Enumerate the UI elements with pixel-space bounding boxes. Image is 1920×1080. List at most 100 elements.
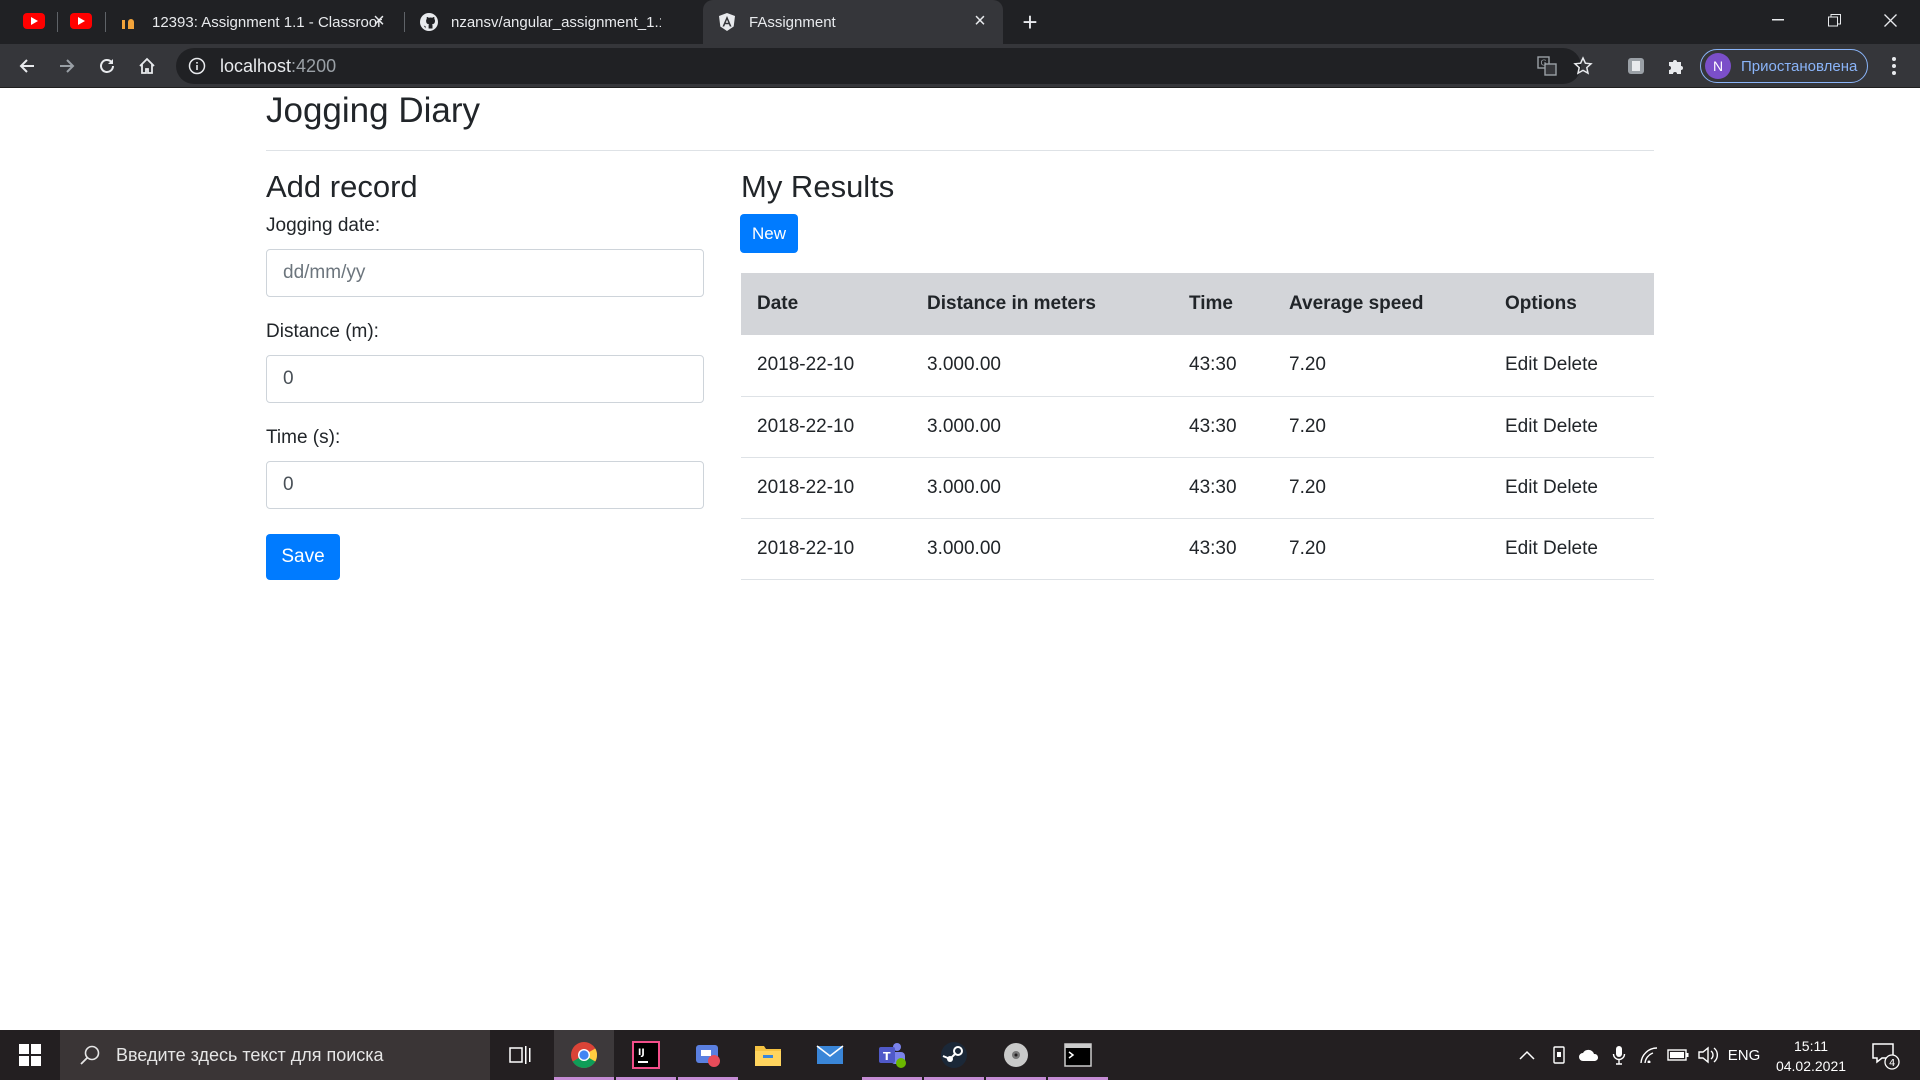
system-clock[interactable]: 15:11 04.02.2021 bbox=[1762, 1036, 1860, 1076]
minimize-window-icon[interactable] bbox=[1750, 0, 1806, 40]
site-info-icon[interactable] bbox=[188, 57, 206, 75]
microphone-icon[interactable] bbox=[1606, 1030, 1632, 1080]
add-record-form: Add record Jogging date: Distance (m): T… bbox=[266, 169, 704, 580]
cell-options: Edit Delete bbox=[1489, 335, 1654, 397]
cell-speed: 7.20 bbox=[1273, 335, 1489, 397]
show-hidden-icons-chevron-up-icon[interactable] bbox=[1514, 1030, 1540, 1080]
time-label: Time (s): bbox=[266, 427, 341, 448]
delete-link[interactable]: Delete bbox=[1543, 538, 1598, 559]
tab-separator bbox=[57, 12, 58, 32]
column-header-time: Time bbox=[1173, 273, 1273, 335]
column-header-options: Options bbox=[1489, 273, 1654, 335]
windows-start-icon[interactable] bbox=[0, 1030, 60, 1080]
onedrive-cloud-icon[interactable] bbox=[1574, 1030, 1604, 1080]
search-icon bbox=[78, 1043, 102, 1067]
translate-icon[interactable]: G bbox=[1535, 54, 1559, 78]
cell-time: 43:30 bbox=[1173, 396, 1273, 458]
file-explorer-icon[interactable] bbox=[738, 1030, 798, 1080]
input-language-indicator[interactable]: ENG bbox=[1724, 1030, 1764, 1080]
new-tab-plus-icon[interactable]: + bbox=[1016, 7, 1044, 37]
cell-options: Edit Delete bbox=[1489, 518, 1654, 580]
cell-date: 2018-22-10 bbox=[741, 518, 911, 580]
edit-link[interactable]: Edit bbox=[1505, 416, 1538, 437]
extension-icon[interactable] bbox=[1620, 50, 1652, 82]
jogging-date-input[interactable] bbox=[266, 249, 704, 297]
back-arrow-icon[interactable] bbox=[11, 50, 43, 82]
youtube-pinned-tab-icon[interactable] bbox=[70, 13, 92, 29]
url-host: localhost bbox=[220, 55, 292, 76]
app-taskbar-icon[interactable] bbox=[678, 1030, 738, 1080]
tab-title: FAssignment bbox=[749, 13, 836, 31]
clock-date: 04.02.2021 bbox=[1775, 1058, 1847, 1074]
teams-taskbar-icon[interactable]: T bbox=[862, 1030, 922, 1080]
restore-window-icon[interactable] bbox=[1806, 0, 1862, 40]
youtube-pinned-tab-icon[interactable] bbox=[23, 13, 45, 29]
table-row: 2018-22-10 3.000.00 43:30 7.20 Edit Dele… bbox=[741, 396, 1654, 458]
edit-link[interactable]: Edit bbox=[1505, 538, 1538, 559]
cell-time: 43:30 bbox=[1173, 518, 1273, 580]
chrome-menu-icon[interactable] bbox=[1878, 50, 1910, 82]
tab-close-icon[interactable]: × bbox=[969, 10, 991, 32]
chrome-taskbar-icon[interactable] bbox=[554, 1030, 614, 1080]
close-window-icon[interactable] bbox=[1862, 0, 1918, 40]
classroom-favicon-icon bbox=[120, 12, 140, 32]
edit-link[interactable]: Edit bbox=[1505, 477, 1538, 498]
disc-app-taskbar-icon[interactable] bbox=[986, 1030, 1046, 1080]
tab-title: nzansv/angular_assignment_1.1 bbox=[451, 13, 661, 31]
taskbar-search-box[interactable]: Введите здесь текст для поиска bbox=[60, 1030, 490, 1080]
delete-link[interactable]: Delete bbox=[1543, 477, 1598, 498]
intellij-taskbar-icon[interactable]: IJ bbox=[616, 1030, 676, 1080]
table-row: 2018-22-10 3.000.00 43:30 7.20 Edit Dele… bbox=[741, 335, 1654, 397]
table-row: 2018-22-10 3.000.00 43:30 7.20 Edit Dele… bbox=[741, 518, 1654, 580]
steam-taskbar-icon[interactable] bbox=[924, 1030, 984, 1080]
home-icon[interactable] bbox=[131, 50, 163, 82]
results-heading: My Results bbox=[741, 169, 895, 204]
url-port: :4200 bbox=[291, 55, 337, 76]
battery-icon[interactable] bbox=[1664, 1030, 1692, 1080]
edit-link[interactable]: Edit bbox=[1505, 354, 1538, 375]
cell-date: 2018-22-10 bbox=[741, 396, 911, 458]
clock-time: 15:11 bbox=[1794, 1038, 1828, 1054]
column-header-date: Date bbox=[741, 273, 911, 335]
bookmark-star-icon[interactable] bbox=[1571, 54, 1595, 78]
address-bar[interactable]: localhost:4200 G bbox=[176, 48, 1593, 84]
tab-github[interactable]: nzansv/angular_assignment_1.1 bbox=[405, 0, 701, 44]
cell-speed: 7.20 bbox=[1273, 457, 1489, 519]
cell-distance: 3.000.00 bbox=[911, 335, 1173, 397]
svg-text:G: G bbox=[1541, 59, 1547, 68]
cell-speed: 7.20 bbox=[1273, 518, 1489, 580]
wifi-icon[interactable] bbox=[1636, 1030, 1662, 1080]
svg-text:IJ: IJ bbox=[638, 1048, 645, 1058]
table-row: 2018-22-10 3.000.00 43:30 7.20 Edit Dele… bbox=[741, 457, 1654, 519]
time-input[interactable] bbox=[266, 461, 704, 509]
cell-distance: 3.000.00 bbox=[911, 457, 1173, 519]
cell-speed: 7.20 bbox=[1273, 396, 1489, 458]
github-favicon-icon bbox=[419, 12, 439, 32]
angular-favicon-icon bbox=[717, 12, 737, 32]
page-title: Jogging Diary bbox=[266, 91, 480, 130]
extensions-puzzle-icon[interactable] bbox=[1660, 50, 1692, 82]
delete-link[interactable]: Delete bbox=[1543, 416, 1598, 437]
profile-button[interactable]: N Приостановлена bbox=[1700, 49, 1868, 83]
mail-icon[interactable] bbox=[800, 1030, 860, 1080]
terminal-taskbar-icon[interactable] bbox=[1048, 1030, 1108, 1080]
page-viewport: Jogging Diary Add record Jogging date: D… bbox=[0, 89, 1920, 1029]
column-header-distance: Distance in meters bbox=[911, 273, 1173, 335]
new-record-button[interactable]: New bbox=[740, 214, 798, 253]
task-view-icon[interactable] bbox=[490, 1030, 550, 1080]
cell-date: 2018-22-10 bbox=[741, 457, 911, 519]
volume-icon[interactable] bbox=[1694, 1030, 1722, 1080]
distance-input[interactable] bbox=[266, 355, 704, 403]
cell-options: Edit Delete bbox=[1489, 396, 1654, 458]
device-tray-icon[interactable] bbox=[1546, 1030, 1572, 1080]
save-button[interactable]: Save bbox=[266, 534, 340, 580]
notification-center-icon[interactable]: 4 bbox=[1868, 1038, 1902, 1072]
tab-classroom[interactable]: 12393: Assignment 1.1 - Classroom × bbox=[106, 0, 402, 44]
delete-link[interactable]: Delete bbox=[1543, 354, 1598, 375]
tab-fassignment[interactable]: FAssignment × bbox=[703, 0, 1003, 44]
tab-close-icon[interactable]: × bbox=[368, 10, 390, 32]
url-text: localhost:4200 bbox=[220, 56, 336, 77]
forward-arrow-icon[interactable] bbox=[51, 50, 83, 82]
table-header-row: Date Distance in meters Time Average spe… bbox=[741, 273, 1654, 335]
reload-icon[interactable] bbox=[91, 50, 123, 82]
